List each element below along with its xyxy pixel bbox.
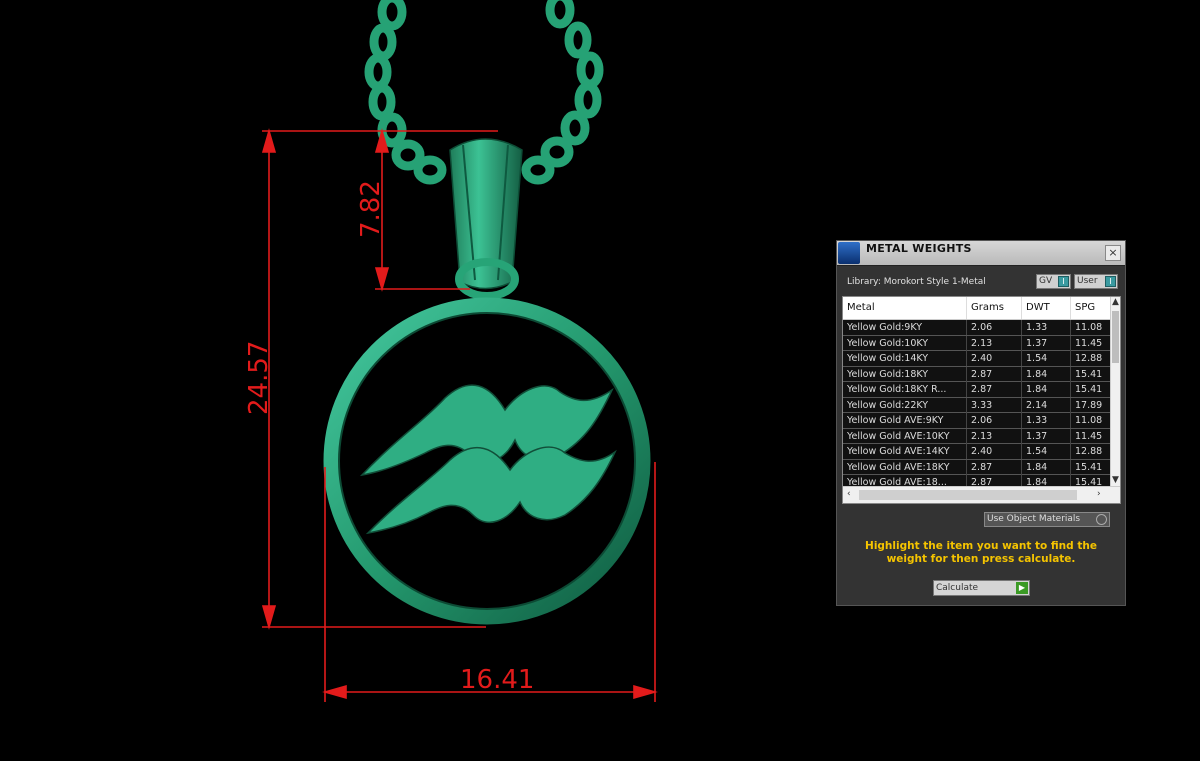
scroll-right-icon[interactable]: › bbox=[1097, 489, 1101, 499]
toggle-knob-icon: I bbox=[1058, 276, 1069, 287]
cell-metal: Yellow Gold:18KY bbox=[843, 366, 967, 382]
user-toggle-label: User bbox=[1077, 276, 1098, 286]
cell-dwt: 1.54 bbox=[1022, 444, 1071, 459]
table-row[interactable]: Yellow Gold:9KY 2.06 1.33 11.08 bbox=[843, 320, 1113, 336]
cell-spg: 15.41 bbox=[1071, 382, 1113, 397]
cell-dwt: 1.84 bbox=[1022, 382, 1071, 397]
use-object-materials-label: Use Object Materials bbox=[987, 514, 1081, 524]
cell-dwt: 1.54 bbox=[1022, 351, 1071, 366]
panel-title: METAL WEIGHTS bbox=[866, 242, 972, 255]
table-row[interactable]: Yellow Gold:22KY 3.33 2.14 17.89 bbox=[843, 397, 1113, 413]
cell-spg: 11.08 bbox=[1071, 320, 1113, 335]
scroll-thumb[interactable] bbox=[859, 490, 1077, 500]
library-label: Library: Morokort Style 1-Metal bbox=[847, 277, 986, 287]
table-row[interactable]: Yellow Gold:14KY 2.40 1.54 12.88 bbox=[843, 351, 1113, 367]
aquarius-symbol bbox=[359, 384, 617, 535]
cell-metal: Yellow Gold:18KY R... bbox=[843, 382, 967, 397]
cell-spg: 12.88 bbox=[1071, 351, 1113, 366]
cell-dwt: 1.84 bbox=[1022, 366, 1071, 382]
scroll-up-icon[interactable]: ▲ bbox=[1112, 297, 1119, 307]
close-button[interactable]: × bbox=[1105, 245, 1121, 261]
cell-dwt: 1.84 bbox=[1022, 459, 1071, 475]
cell-spg: 15.41 bbox=[1071, 459, 1113, 475]
cell-spg: 12.88 bbox=[1071, 444, 1113, 459]
metal-weights-panel[interactable]: METAL WEIGHTS × Library: Morokort Style … bbox=[836, 240, 1126, 606]
scroll-down-icon[interactable]: ▼ bbox=[1112, 475, 1119, 485]
cell-metal: Yellow Gold AVE:18KY bbox=[843, 459, 967, 475]
scroll-thumb[interactable] bbox=[1112, 311, 1119, 363]
cell-metal: Yellow Gold:14KY bbox=[843, 351, 967, 366]
play-icon: ▶ bbox=[1016, 582, 1028, 594]
cell-grams: 2.06 bbox=[967, 413, 1022, 428]
cell-dwt: 1.33 bbox=[1022, 320, 1071, 335]
column-header-metal[interactable]: Metal bbox=[843, 297, 967, 319]
cell-spg: 11.45 bbox=[1071, 428, 1113, 444]
cell-dwt: 1.37 bbox=[1022, 428, 1071, 444]
cell-grams: 2.06 bbox=[967, 320, 1022, 335]
metal-table[interactable]: Metal Grams DWT SPG Yellow Gold:9KY 2.06 1… bbox=[842, 296, 1121, 504]
instruction-text: Highlight the item you want to find the … bbox=[865, 540, 1097, 565]
cell-metal: Yellow Gold:9KY bbox=[843, 320, 967, 335]
table-row[interactable]: Yellow Gold:18KY 2.87 1.84 15.41 bbox=[843, 366, 1113, 382]
gv-toggle-label: GV bbox=[1039, 276, 1053, 286]
scroll-left-icon[interactable]: ‹ bbox=[847, 489, 851, 499]
cell-grams: 2.13 bbox=[967, 335, 1022, 351]
table-row[interactable]: Yellow Gold AVE:18KY 2.87 1.84 15.41 bbox=[843, 459, 1113, 475]
cell-dwt: 1.33 bbox=[1022, 413, 1071, 428]
calculate-label: Calculate bbox=[936, 583, 979, 593]
column-header-grams[interactable]: Grams bbox=[967, 297, 1022, 319]
cell-grams: 2.87 bbox=[967, 382, 1022, 397]
dimension-label-width: 16.41 bbox=[460, 665, 534, 695]
column-header-dwt[interactable]: DWT bbox=[1022, 297, 1071, 319]
cell-metal: Yellow Gold AVE:9KY bbox=[843, 413, 967, 428]
horizontal-scrollbar[interactable]: ‹ › bbox=[843, 486, 1120, 503]
use-object-materials-option[interactable]: Use Object Materials bbox=[984, 512, 1110, 527]
cell-metal: Yellow Gold:10KY bbox=[843, 335, 967, 351]
cell-metal: Yellow Gold AVE:14KY bbox=[843, 444, 967, 459]
table-row[interactable]: Yellow Gold AVE:14KY 2.40 1.54 12.88 bbox=[843, 444, 1113, 460]
cell-grams: 2.13 bbox=[967, 428, 1022, 444]
cell-metal: Yellow Gold:22KY bbox=[843, 397, 967, 413]
app-icon bbox=[838, 242, 860, 264]
radio-icon bbox=[1096, 514, 1107, 525]
column-header-spg[interactable]: SPG bbox=[1071, 297, 1113, 319]
pendant-bail bbox=[449, 138, 523, 300]
cell-spg: 17.89 bbox=[1071, 397, 1113, 413]
cell-spg: 15.41 bbox=[1071, 366, 1113, 382]
panel-title-bar[interactable]: METAL WEIGHTS × bbox=[837, 241, 1125, 266]
cell-spg: 11.08 bbox=[1071, 413, 1113, 428]
table-row[interactable]: Yellow Gold:10KY 2.13 1.37 11.45 bbox=[843, 335, 1113, 351]
table-header: Metal Grams DWT SPG bbox=[843, 297, 1113, 320]
dimension-label-bail-height: 7.82 bbox=[356, 180, 386, 238]
calculate-button[interactable]: Calculate ▶ bbox=[933, 580, 1030, 596]
table-row[interactable]: Yellow Gold AVE:9KY 2.06 1.33 11.08 bbox=[843, 413, 1113, 429]
cell-dwt: 1.37 bbox=[1022, 335, 1071, 351]
cell-dwt: 2.14 bbox=[1022, 397, 1071, 413]
table-rows: Yellow Gold:9KY 2.06 1.33 11.08 Yellow Gold:… bbox=[843, 320, 1113, 491]
table-row[interactable]: Yellow Gold:18KY R... 2.87 1.84 15.41 bbox=[843, 382, 1113, 398]
cell-grams: 2.40 bbox=[967, 351, 1022, 366]
vertical-scrollbar[interactable]: ▲ ▼ bbox=[1110, 297, 1120, 487]
cell-grams: 3.33 bbox=[967, 397, 1022, 413]
table-row[interactable]: Yellow Gold AVE:10KY 2.13 1.37 11.45 bbox=[843, 428, 1113, 444]
dimension-label-total-height: 24.57 bbox=[244, 341, 274, 415]
cell-spg: 11.45 bbox=[1071, 335, 1113, 351]
cell-grams: 2.40 bbox=[967, 444, 1022, 459]
toggle-knob-icon: I bbox=[1105, 276, 1116, 287]
user-toggle[interactable]: User I bbox=[1074, 274, 1118, 289]
cell-metal: Yellow Gold AVE:10KY bbox=[843, 428, 967, 444]
cell-grams: 2.87 bbox=[967, 459, 1022, 475]
cell-grams: 2.87 bbox=[967, 366, 1022, 382]
gv-toggle[interactable]: GV I bbox=[1036, 274, 1071, 289]
